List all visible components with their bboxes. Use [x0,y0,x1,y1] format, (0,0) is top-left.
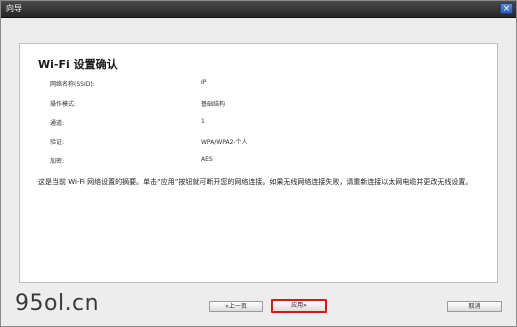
summary-description: 这是当前 Wi-Fi 网络设置的摘要。单击“应用”按钮就可断开您的网络连接。如果… [38,178,473,186]
window-title: 向导 [6,4,22,13]
apply-button[interactable]: 应用» [271,299,327,313]
summary-label: 验证: [50,139,65,146]
summary-row-encryption: 加密: AES [50,156,213,165]
summary-label: 网络名称(SSID): [50,81,95,88]
watermark: 95ol.cn [15,291,100,316]
summary-value: IP [201,79,207,86]
wizard-window: 向导 × Wi-Fi 设置确认 网络名称(SSID): IP 操作模式: 基础结… [0,0,517,327]
summary-row-channel: 通道: 1 [50,118,205,127]
cancel-button[interactable]: 取消 [447,301,502,312]
content-panel: Wi-Fi 设置确认 网络名称(SSID): IP 操作模式: 基础结构 通道:… [19,43,498,283]
title-bar: 向导 × [1,1,516,18]
summary-value: AES [201,156,213,163]
page-title: Wi-Fi 设置确认 [38,58,118,71]
back-button[interactable]: «上一页 [209,301,263,312]
summary-label: 操作模式: [50,101,77,108]
summary-value: 1 [201,118,205,125]
summary-row-mode: 操作模式: 基础结构 [50,99,225,108]
summary-label: 加密: [50,158,65,165]
summary-value: 基础结构 [201,101,226,108]
summary-row-auth: 验证: WPA/WPA2-个人 [50,137,248,146]
summary-label: 通道: [50,120,65,127]
summary-row-ssid: 网络名称(SSID): IP [50,79,206,88]
close-icon[interactable]: × [500,3,513,14]
summary-value: WPA/WPA2-个人 [201,139,248,146]
